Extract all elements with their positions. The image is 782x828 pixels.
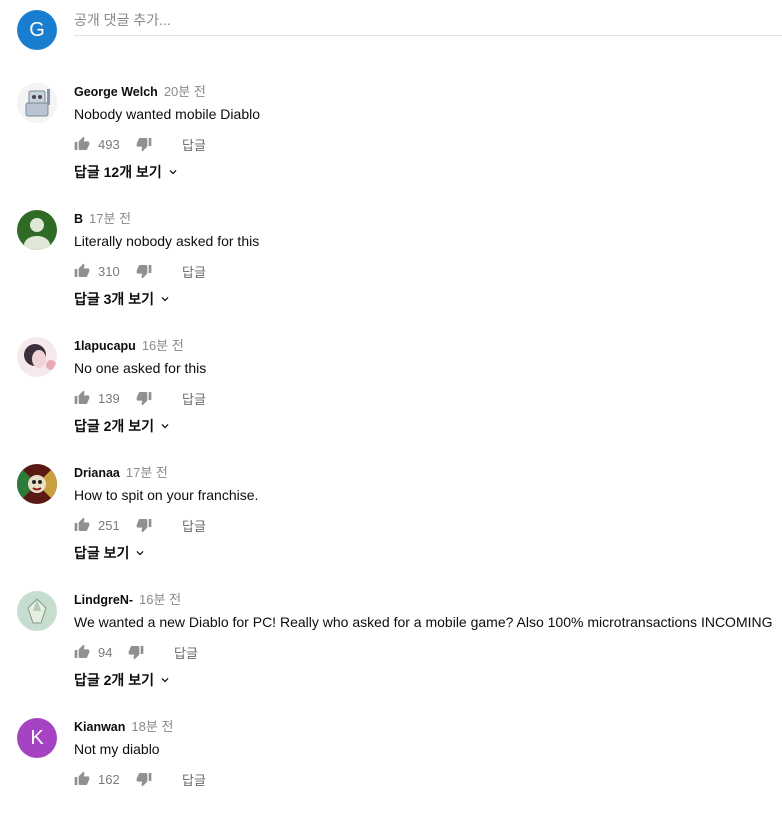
reply-button[interactable]: 답글: [182, 770, 206, 789]
comment-item: George Welch 20분 전 Nobody wanted mobile D…: [17, 83, 782, 193]
comment-input[interactable]: 공개 댓글 추가...: [74, 10, 782, 36]
avatar-letter: K: [30, 726, 44, 749]
chevron-down-icon: [161, 297, 169, 302]
user-avatar[interactable]: G: [17, 10, 57, 50]
comment-time[interactable]: 16분 전: [142, 338, 184, 353]
thumbs-up-icon[interactable]: [74, 390, 90, 406]
letter-avatar[interactable]: K: [17, 718, 57, 758]
author-name[interactable]: LindgreN-: [74, 593, 133, 607]
view-replies-label: 답글 3개 보기: [74, 291, 154, 307]
thumbs-up-icon[interactable]: [74, 771, 90, 787]
like-count: 251: [98, 517, 120, 533]
chevron-down-icon: [136, 551, 144, 556]
like-count: 310: [98, 263, 120, 279]
thumbs-down-icon[interactable]: [136, 771, 152, 787]
thumbs-up-icon[interactable]: [74, 644, 90, 660]
like-count: 493: [98, 136, 120, 152]
like-count: 94: [98, 644, 113, 660]
comment-header: George Welch 20분 전: [74, 83, 206, 101]
default-avatar[interactable]: [17, 210, 57, 250]
view-replies-label: 답글 2개 보기: [74, 418, 154, 434]
view-replies-button[interactable]: 답글 2개 보기: [74, 670, 172, 690]
reply-button[interactable]: 답글: [182, 262, 206, 281]
view-replies-button[interactable]: 답글 2개 보기: [74, 416, 172, 436]
view-replies-label: 답글 2개 보기: [74, 672, 154, 688]
comment-actions: 493 답글: [74, 134, 206, 154]
thumbs-down-icon[interactable]: [128, 644, 144, 660]
view-replies-label: 답글 보기: [74, 545, 130, 561]
chevron-down-icon: [169, 170, 177, 175]
comment-item: LindgreN- 16분 전 We wanted a new Diablo fo…: [17, 591, 782, 701]
comment-item: B 17분 전 Literally nobody asked for this 3…: [17, 210, 782, 320]
chevron-down-icon: [161, 678, 169, 683]
robot-avatar[interactable]: [17, 83, 57, 123]
view-replies-button[interactable]: 답글 12개 보기: [74, 162, 180, 182]
comment-header: Drianaa 17분 전: [74, 464, 168, 482]
comment-item: 1lapucapu 16분 전 No one asked for this 139…: [17, 337, 782, 447]
comment-time[interactable]: 18분 전: [131, 719, 173, 734]
like-count: 139: [98, 390, 120, 406]
view-replies-label: 답글 12개 보기: [74, 164, 162, 180]
thumbs-up-icon[interactable]: [74, 263, 90, 279]
comment-header: Kianwan 18분 전: [74, 718, 173, 736]
comment-compose: G 공개 댓글 추가...: [17, 10, 782, 50]
comment-text: We wanted a new Diablo for PC! Really wh…: [74, 614, 773, 630]
thumbs-down-icon[interactable]: [136, 136, 152, 152]
gem-avatar[interactable]: [17, 591, 57, 631]
thumbs-up-icon[interactable]: [74, 136, 90, 152]
comment-header: 1lapucapu 16분 전: [74, 337, 184, 355]
comment-actions: 94 답글: [74, 642, 198, 662]
view-replies-button[interactable]: 답글 보기: [74, 543, 147, 563]
chevron-down-icon: [161, 424, 169, 429]
comment-time[interactable]: 16분 전: [139, 592, 181, 607]
author-name[interactable]: Drianaa: [74, 466, 120, 480]
reply-button[interactable]: 답글: [182, 389, 206, 408]
comment-time[interactable]: 20분 전: [164, 84, 206, 99]
author-name[interactable]: Kianwan: [74, 720, 125, 734]
comment-text: No one asked for this: [74, 360, 207, 376]
reply-button[interactable]: 답글: [174, 643, 198, 662]
comment-time[interactable]: 17분 전: [89, 211, 131, 226]
comment-header: B 17분 전: [74, 210, 131, 228]
reply-button[interactable]: 답글: [182, 516, 206, 535]
comment-text: Literally nobody asked for this: [74, 233, 260, 249]
comment-header: LindgreN- 16분 전: [74, 591, 181, 609]
comment-item: K Kianwan 18분 전 Not my diablo 162 답글: [17, 718, 782, 828]
thumbs-down-icon[interactable]: [136, 517, 152, 533]
author-name[interactable]: George Welch: [74, 85, 158, 99]
comment-time[interactable]: 17분 전: [126, 465, 168, 480]
author-name[interactable]: 1lapucapu: [74, 339, 136, 353]
portrait-avatar[interactable]: [17, 337, 57, 377]
comment-actions: 310 답글: [74, 261, 206, 281]
comment-actions: 139 답글: [74, 388, 206, 408]
thumbs-down-icon[interactable]: [136, 390, 152, 406]
comment-text: Nobody wanted mobile Diablo: [74, 106, 260, 122]
comment-text: Not my diablo: [74, 741, 160, 757]
comment-text: How to spit on your franchise.: [74, 487, 259, 503]
author-name[interactable]: B: [74, 212, 83, 226]
view-replies-button[interactable]: 답글 3개 보기: [74, 289, 172, 309]
thumbs-down-icon[interactable]: [136, 263, 152, 279]
comment-actions: 162 답글: [74, 769, 206, 789]
art-avatar[interactable]: [17, 464, 57, 504]
reply-button[interactable]: 답글: [182, 135, 206, 154]
comment-item: Drianaa 17분 전 How to spit on your franchi…: [17, 464, 782, 574]
thumbs-up-icon[interactable]: [74, 517, 90, 533]
like-count: 162: [98, 771, 120, 787]
comment-actions: 251 답글: [74, 515, 206, 535]
